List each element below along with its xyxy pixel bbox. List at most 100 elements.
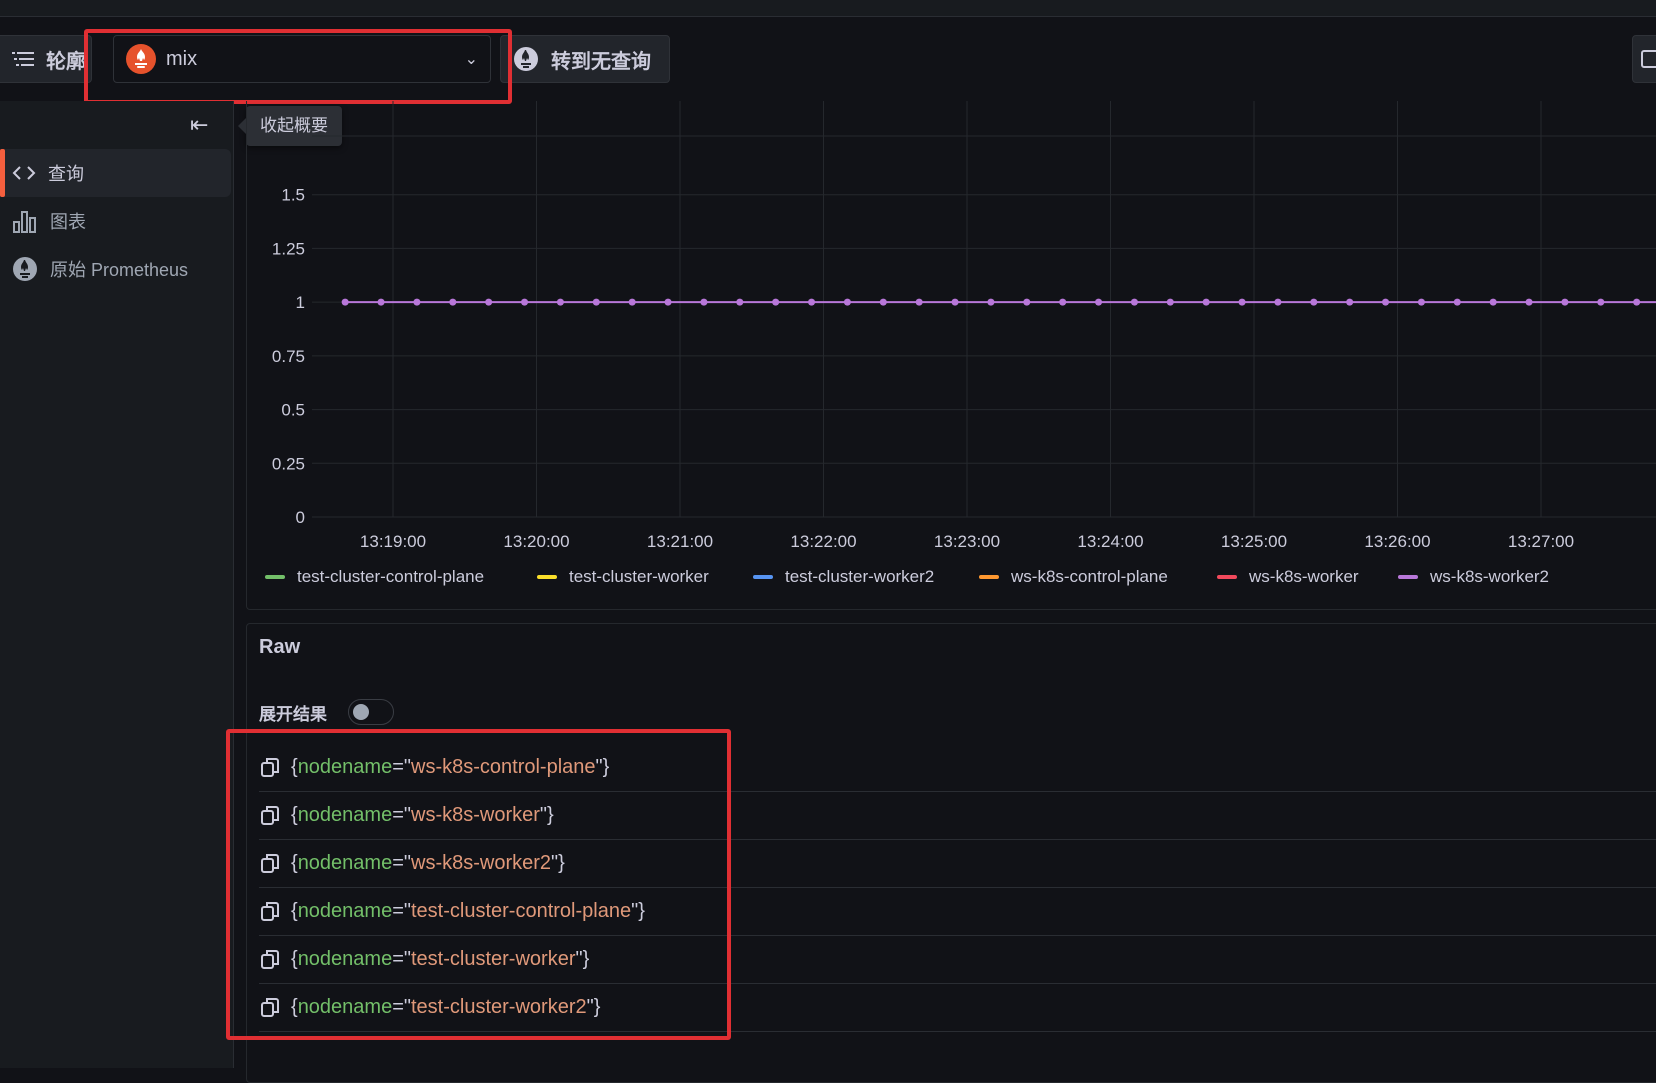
legend-item[interactable]: test-cluster-worker (537, 567, 709, 587)
y-tick-label: 0.25 (272, 454, 305, 473)
label-key: nodename (297, 995, 393, 1018)
panel-icon (1641, 50, 1656, 68)
toggle-knob (353, 704, 369, 720)
sidebar-item-label: 原始 Prometheus (50, 260, 189, 280)
legend-swatch (1398, 575, 1418, 579)
data-point (1238, 298, 1246, 306)
data-point (556, 298, 564, 306)
data-point (1310, 298, 1318, 306)
label-key: nodename (297, 851, 393, 874)
raw-result-row[interactable]: {nodename="ws-k8s-worker"} (259, 791, 1656, 840)
data-point (521, 298, 529, 306)
raw-result-row[interactable]: {nodename="test-cluster-worker"} (259, 935, 1656, 984)
x-tick-label: 13:22:00 (790, 532, 856, 551)
copy-icon[interactable] (259, 804, 281, 826)
prometheus-icon (514, 47, 538, 71)
raw-title: Raw (259, 636, 301, 658)
label-value: test-cluster-control-plane (411, 899, 632, 922)
prometheus-icon (13, 257, 37, 281)
x-tick-label: 13:23:00 (934, 532, 1000, 551)
data-point (1202, 298, 1210, 306)
raw-result-row[interactable]: {nodename="ws-k8s-worker2"} (259, 839, 1656, 888)
data-point (1489, 298, 1497, 306)
split-view-button[interactable] (1632, 35, 1656, 83)
collapse-outline-icon[interactable]: ⇤ (190, 112, 208, 138)
data-point (1059, 298, 1067, 306)
data-point (915, 298, 923, 306)
data-point (664, 298, 672, 306)
raw-result-row[interactable]: {nodename="ws-k8s-control-plane"} (259, 743, 1656, 792)
expand-results-label: 展开结果 (259, 705, 327, 724)
time-series-chart[interactable]: 1.5 1.25 1 0.75 0.5 0.25 0 13:19:00 13:20:00 13:2… (246, 101, 1656, 551)
data-point (808, 298, 816, 306)
data-point (1382, 298, 1390, 306)
data-point (772, 298, 780, 306)
y-tick-label: 1 (296, 293, 305, 312)
goto-label: 转到无查询 (551, 50, 651, 73)
data-point (987, 298, 995, 306)
sidebar-item-label: 查询 (48, 164, 84, 184)
sidebar-item-raw-prometheus[interactable]: 原始 Prometheus (0, 245, 233, 293)
label-value: ws-k8s-worker (411, 803, 540, 826)
legend-label: ws-k8s-worker2 (1430, 567, 1550, 586)
label-value: ws-k8s-control-plane (411, 755, 596, 778)
data-point (449, 298, 457, 306)
legend-item[interactable]: test-cluster-worker2 (753, 567, 934, 587)
legend-swatch (265, 575, 285, 579)
data-point (1525, 298, 1533, 306)
outline-button[interactable]: 轮廓 (0, 35, 92, 83)
data-point (700, 298, 708, 306)
legend-item[interactable]: ws-k8s-worker (1217, 567, 1359, 587)
prometheus-logo-icon (126, 44, 156, 74)
chevron-down-icon: ⌄ (464, 51, 478, 68)
y-tick-label: 1.25 (272, 239, 305, 258)
top-strip (0, 0, 1656, 17)
raw-result-row[interactable]: {nodename="test-cluster-control-plane"} (259, 887, 1656, 936)
x-tick-label: 13:21:00 (647, 532, 713, 551)
data-point (413, 298, 421, 306)
legend-label: ws-k8s-worker (1249, 567, 1359, 586)
legend-item[interactable]: ws-k8s-control-plane (979, 567, 1168, 587)
data-point (628, 298, 636, 306)
legend-item[interactable]: ws-k8s-worker2 (1398, 567, 1549, 587)
sidebar-item-chart[interactable]: 图表 (0, 197, 233, 245)
label-value: test-cluster-worker (411, 947, 576, 970)
label-value: ws-k8s-worker2 (411, 851, 552, 874)
data-point (1346, 298, 1354, 306)
copy-icon[interactable] (259, 996, 281, 1018)
legend-swatch (537, 575, 557, 579)
y-tick-label: 0 (296, 508, 305, 527)
legend-swatch (753, 575, 773, 579)
legend-label: test-cluster-control-plane (297, 567, 485, 586)
copy-icon[interactable] (259, 948, 281, 970)
legend-swatch (979, 575, 999, 579)
raw-result-row[interactable]: {nodename="test-cluster-worker2"} (259, 983, 1656, 1032)
label-key: nodename (297, 899, 393, 922)
sidebar-item-query[interactable]: 查询 (0, 149, 231, 197)
expand-results-toggle[interactable] (348, 699, 394, 725)
data-point (1023, 298, 1031, 306)
legend-item[interactable]: test-cluster-control-plane (265, 567, 484, 587)
legend-label: ws-k8s-control-plane (1011, 567, 1168, 586)
legend-swatch (1217, 575, 1237, 579)
bar-chart-icon (13, 211, 36, 233)
data-point (1561, 298, 1569, 306)
data-point (1166, 298, 1174, 306)
datasource-picker[interactable]: mix ⌄ (113, 35, 491, 83)
data-point (736, 298, 744, 306)
x-tick-label: 13:24:00 (1077, 532, 1143, 551)
y-tick-label: 0.75 (272, 347, 305, 366)
legend-label: test-cluster-worker (569, 567, 709, 586)
data-point (485, 298, 493, 306)
goto-no-query-button[interactable]: 转到无查询 (500, 35, 670, 83)
label-key: nodename (297, 947, 393, 970)
label-key: nodename (297, 803, 393, 826)
datasource-name: mix (166, 47, 198, 70)
data-point (1130, 298, 1138, 306)
sidebar-item-label: 图表 (50, 212, 86, 232)
list-icon (12, 52, 34, 66)
code-brackets-icon (12, 166, 36, 180)
copy-icon[interactable] (259, 852, 281, 874)
copy-icon[interactable] (259, 756, 281, 778)
copy-icon[interactable] (259, 900, 281, 922)
